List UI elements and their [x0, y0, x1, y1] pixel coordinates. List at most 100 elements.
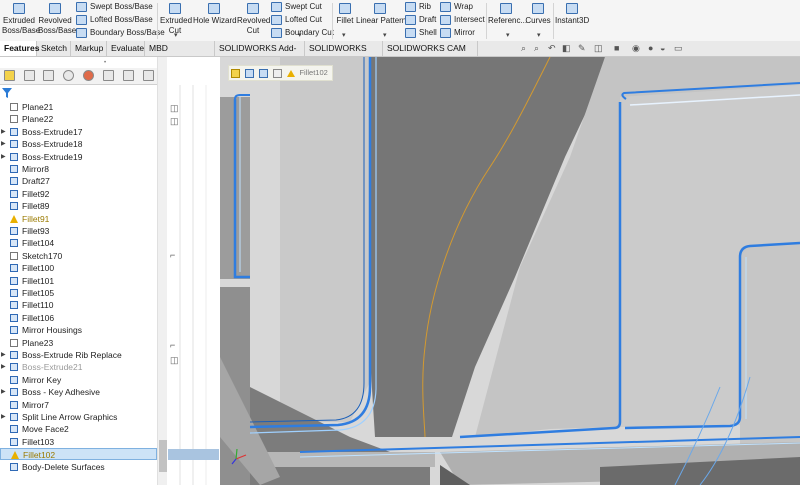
- tree-node[interactable]: Draft27: [0, 175, 157, 187]
- wrap-button[interactable]: Wrap: [440, 2, 473, 12]
- rib-button[interactable]: Rib: [405, 2, 431, 12]
- boundary-boss-button[interactable]: Boundary Boss/Base: [76, 28, 165, 38]
- chevron-down-icon[interactable]: ▾: [342, 31, 346, 39]
- tree-node[interactable]: Fillet104: [0, 237, 157, 249]
- tree-node[interactable]: Fillet110: [0, 299, 157, 311]
- rollback-icon[interactable]: ◫: [170, 116, 179, 127]
- view-orientation-icon[interactable]: ◫: [594, 43, 603, 54]
- dimxpertmanager-tab-icon[interactable]: [63, 70, 74, 81]
- tree-node[interactable]: Fillet100: [0, 262, 157, 274]
- lofted-boss-button[interactable]: Lofted Boss/Base: [76, 15, 153, 25]
- curves-button[interactable]: Curves: [525, 2, 551, 26]
- breadcrumb[interactable]: Fillet102: [228, 65, 333, 81]
- chevron-down-icon[interactable]: ▾: [174, 31, 178, 39]
- tree-node[interactable]: Plane22: [0, 113, 157, 125]
- shell-button[interactable]: Shell: [405, 28, 437, 38]
- chevron-down-icon[interactable]: ▾: [506, 31, 510, 39]
- edit-appearance-icon[interactable]: ●: [648, 43, 653, 53]
- display-style-icon[interactable]: ■: [614, 43, 619, 53]
- expand-arrow-icon[interactable]: ▶: [1, 126, 6, 138]
- tree-node[interactable]: Plane21: [0, 101, 157, 113]
- tree-node[interactable]: ▶ Boss-Extrude21: [0, 361, 157, 373]
- tree-node[interactable]: ▶ Boss-Extrude Rib Replace: [0, 349, 157, 361]
- swept-boss-button[interactable]: Swept Boss/Base: [76, 2, 153, 12]
- expand-arrow-icon[interactable]: ▶: [1, 411, 6, 423]
- tree-node[interactable]: Fillet101: [0, 275, 157, 287]
- zoom-area-icon[interactable]: ⌕: [534, 43, 539, 54]
- tree-node[interactable]: ▶ Boss - Key Adhesive: [0, 386, 157, 398]
- extruded-boss-button[interactable]: Extruded Boss/Base: [2, 2, 40, 36]
- tree-node[interactable]: Body-Delete Surfaces: [0, 461, 157, 473]
- scrollbar-thumb[interactable]: [159, 440, 167, 472]
- tree-node[interactable]: Mirror7: [0, 399, 157, 411]
- previous-view-icon[interactable]: ↶: [548, 43, 556, 54]
- tab-solidworks-cam-tbm[interactable]: SOLIDWORKS CAM TBM: [383, 41, 478, 68]
- view-settings-icon[interactable]: ▭: [674, 43, 683, 54]
- configurationmanager-tab-icon[interactable]: [43, 70, 54, 81]
- sketch-breadcrumb-icon[interactable]: [273, 68, 283, 78]
- tab-sketch[interactable]: Sketch: [37, 41, 71, 56]
- tree-node[interactable]: ▶ Boss-Extrude17: [0, 126, 157, 138]
- cam-feature-tree-tab-icon[interactable]: [103, 70, 114, 81]
- tree-node[interactable]: Fillet102: [0, 448, 157, 461]
- expand-arrow-icon[interactable]: ▶: [1, 386, 6, 398]
- tab-mbd-dimensions[interactable]: MBD Dimensions: [145, 41, 215, 68]
- chevron-down-icon[interactable]: ▾: [537, 31, 541, 39]
- linear-pattern-button[interactable]: Linear Pattern: [356, 2, 406, 26]
- boundary-cut-button[interactable]: Boundary Cut: [271, 28, 334, 38]
- tree-node[interactable]: Mirror Housings: [0, 324, 157, 336]
- swept-cut-button[interactable]: Swept Cut: [271, 2, 322, 12]
- graphics-viewport[interactable]: [220, 57, 800, 485]
- revolved-boss-button[interactable]: Revolved Boss/Base: [38, 2, 76, 36]
- tree-node[interactable]: Mirror8: [0, 163, 157, 175]
- tree-node[interactable]: Fillet105: [0, 287, 157, 299]
- tree-node[interactable]: Move Face2: [0, 423, 157, 435]
- tree-node[interactable]: Sketch170: [0, 250, 157, 262]
- mirror-button[interactable]: Mirror: [440, 28, 475, 38]
- fillet-button[interactable]: Fillet: [334, 2, 356, 26]
- reference-geometry-button[interactable]: Referenc...: [488, 2, 527, 26]
- lofted-cut-button[interactable]: Lofted Cut: [271, 15, 322, 25]
- tree-node[interactable]: Plane23: [0, 337, 157, 349]
- intersect-button[interactable]: Intersect: [440, 15, 485, 25]
- expand-arrow-icon[interactable]: ▶: [1, 151, 6, 163]
- tree-node[interactable]: Fillet106: [0, 312, 157, 324]
- tree-node[interactable]: Mirror Key: [0, 374, 157, 386]
- propertymanager-tab-icon[interactable]: [24, 70, 35, 81]
- tab-solidworks-add-ins[interactable]: SOLIDWORKS Add-Ins: [215, 41, 305, 68]
- filter-icon[interactable]: [2, 88, 12, 98]
- tab-markup[interactable]: Markup: [71, 41, 107, 56]
- expand-arrow-icon[interactable]: ▶: [1, 349, 6, 361]
- tab-features[interactable]: Features: [0, 41, 39, 56]
- tree-node[interactable]: Fillet92: [0, 188, 157, 200]
- apply-scene-icon[interactable]: ◒: [660, 43, 665, 53]
- cam-operation-tree-tab-icon[interactable]: [123, 70, 134, 81]
- expand-arrow-icon[interactable]: ▶: [1, 361, 6, 373]
- tree-node[interactable]: ▶ Split Line Arrow Graphics: [0, 411, 157, 423]
- tree-node[interactable]: Fillet103: [0, 436, 157, 448]
- instant3d-button[interactable]: Instant3D: [555, 2, 589, 26]
- rollback-icon[interactable]: ◫: [170, 103, 179, 114]
- tree-node[interactable]: ▶ Boss-Extrude18: [0, 138, 157, 150]
- displaymanager-tab-icon[interactable]: [83, 70, 94, 81]
- part-breadcrumb-icon[interactable]: [245, 68, 255, 78]
- cam-tool-tree-tab-icon[interactable]: [143, 70, 154, 81]
- tree-node[interactable]: ▶ Boss-Extrude19: [0, 151, 157, 163]
- panel-grip-icon[interactable]: •: [104, 60, 106, 66]
- revolved-cut-button[interactable]: Revolved Cut: [237, 2, 270, 36]
- tree-node[interactable]: Fillet89: [0, 200, 157, 212]
- fillet-breadcrumb-icon[interactable]: [231, 68, 240, 78]
- tab-evaluate[interactable]: Evaluate: [107, 41, 145, 56]
- tree-node[interactable]: Fillet93: [0, 225, 157, 237]
- section-view-icon[interactable]: ◧: [562, 43, 571, 54]
- chevron-down-icon[interactable]: ▾: [298, 31, 302, 39]
- dynamic-annotation-icon[interactable]: ✎: [578, 43, 586, 54]
- hole-wizard-button[interactable]: Hole Wizard: [193, 2, 237, 26]
- tree-node[interactable]: Fillet91: [0, 213, 157, 225]
- zoom-to-fit-icon[interactable]: ⌕: [521, 43, 526, 54]
- chevron-down-icon[interactable]: ▾: [383, 31, 387, 39]
- body-breadcrumb-icon[interactable]: [259, 68, 269, 78]
- draft-button[interactable]: Draft: [405, 15, 436, 25]
- featuremanager-tab-icon[interactable]: [4, 70, 15, 81]
- tab-solidworks-cam[interactable]: SOLIDWORKS CAM: [305, 41, 383, 68]
